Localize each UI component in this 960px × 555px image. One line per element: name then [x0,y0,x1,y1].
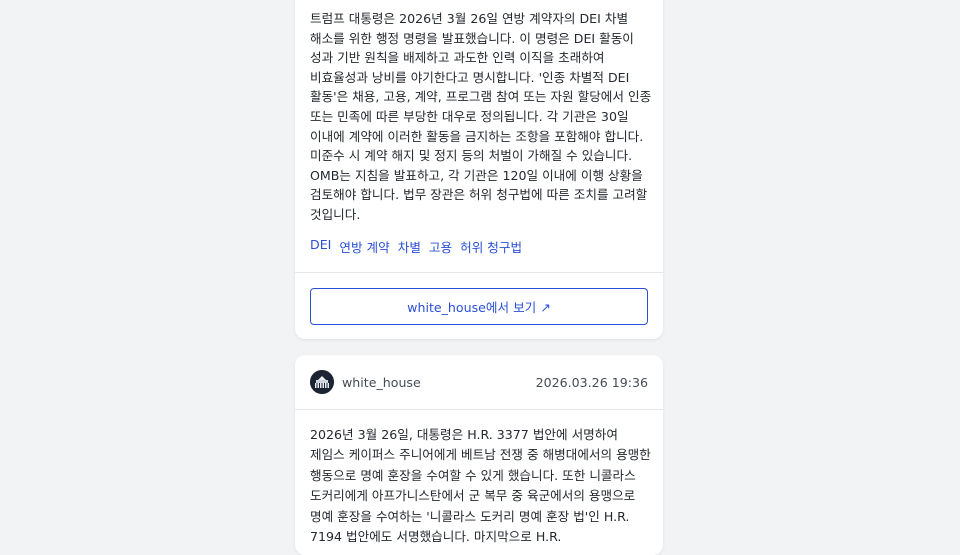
post-body: 2026년 3월 26일, 대통령은 H.R. 3377 법안에 서명하여 제임… [310,427,651,545]
post-card: white_house 2026.03.26 19:36 2026년 3월 26… [295,355,663,555]
post-header: white_house 2026.03.26 19:36 [310,369,648,395]
tag-employment[interactable]: 고용 [429,237,452,256]
white-house-logo-icon [310,370,334,394]
tag-federal-contract[interactable]: 연방 계약 [339,237,389,256]
view-source-button[interactable]: white_house에서 보기 ↗ [310,288,648,325]
post-card: 트럼프 대통령은 2026년 3월 26일 연방 계약자의 DEI 차별 해소를… [295,0,663,339]
tag-false-claims-act[interactable]: 허위 청구법 [460,237,522,256]
post-body: 트럼프 대통령은 2026년 3월 26일 연방 계약자의 DEI 차별 해소를… [310,11,652,222]
tag-discrimination[interactable]: 차별 [398,237,421,256]
divider [295,272,663,273]
divider [295,409,663,410]
post-timestamp: 2026.03.26 19:36 [535,374,648,390]
avatar[interactable] [310,370,334,394]
post-author[interactable]: white_house [342,375,421,390]
tag-dei[interactable]: DEI [310,237,331,256]
tag-list: DEI 연방 계약 차별 고용 허위 청구법 [310,237,522,256]
